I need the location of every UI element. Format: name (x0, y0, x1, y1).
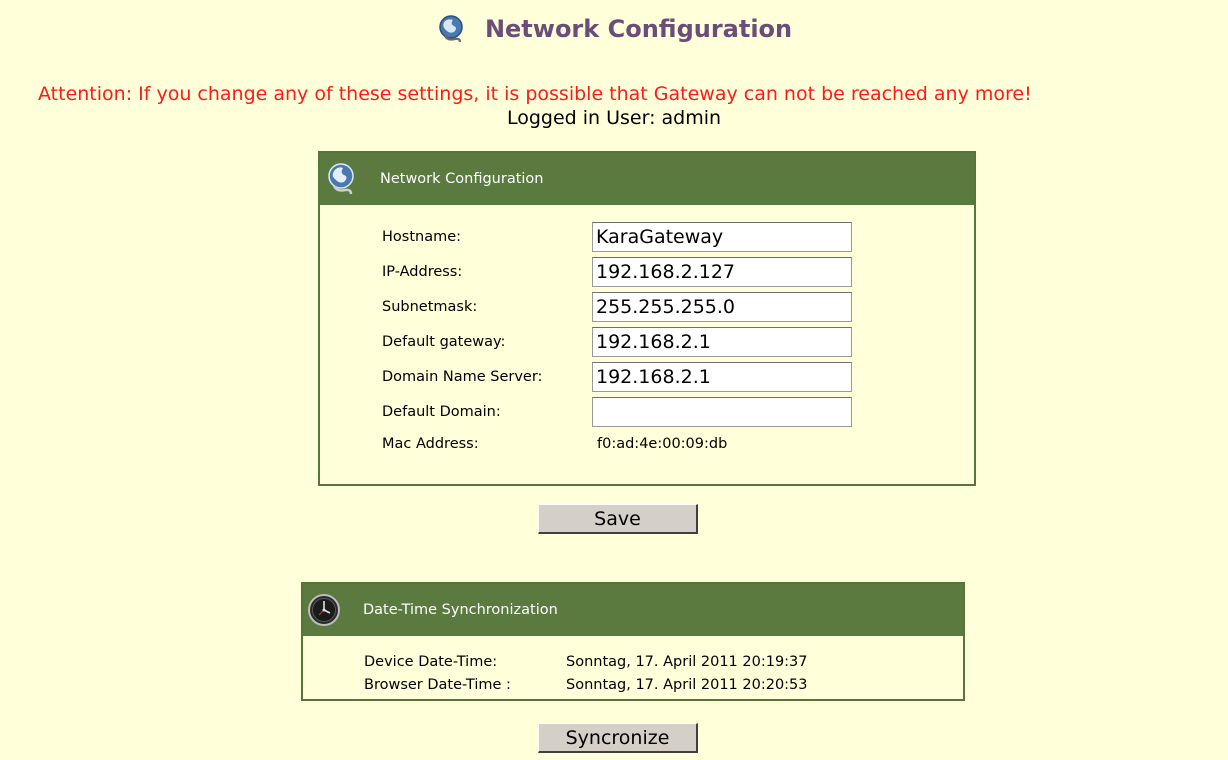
default-domain-row: Default Domain: (382, 397, 852, 427)
network-config-panel: Network Configuration Hostname: IP-Addre… (318, 151, 976, 486)
page-header: Network Configuration (0, 14, 1228, 44)
save-button[interactable]: Save (538, 504, 698, 534)
datetime-sync-panel-header: Date-Time Synchronization (303, 584, 963, 636)
hostname-row: Hostname: (382, 222, 852, 252)
browser-datetime-row: Browser Date-Time : Sonntag, 17. April 2… (364, 677, 808, 693)
network-config-panel-header: Network Configuration (320, 153, 974, 205)
browser-datetime-label: Browser Date-Time : (364, 677, 511, 693)
device-datetime-row: Device Date-Time: Sonntag, 17. April 201… (364, 654, 808, 670)
clock-icon (308, 594, 340, 626)
browser-datetime-value: Sonntag, 17. April 2011 20:20:53 (566, 677, 808, 693)
ip-address-label: IP-Address: (382, 264, 463, 280)
network-configuration-page: Network Configuration Attention: If you … (0, 0, 1228, 760)
globe-network-icon (439, 15, 463, 43)
logged-in-user: Logged in User: admin (506, 107, 722, 129)
subnetmask-label: Subnetmask: (382, 299, 478, 315)
subnetmask-row: Subnetmask: (382, 292, 852, 322)
ip-address-row: IP-Address: (382, 257, 852, 287)
subnetmask-input[interactable] (592, 292, 852, 322)
device-datetime-label: Device Date-Time: (364, 654, 498, 670)
globe-network-icon (328, 163, 354, 195)
page-title: Network Configuration (484, 15, 793, 43)
mac-address-value: f0:ad:4e:00:09:db (597, 436, 728, 452)
syncronize-button[interactable]: Syncronize (538, 723, 698, 753)
datetime-sync-panel: Date-Time Synchronization Device Date-Ti… (301, 582, 965, 701)
default-domain-label: Default Domain: (382, 404, 501, 420)
dns-row: Domain Name Server: (382, 362, 852, 392)
hostname-label: Hostname: (382, 229, 462, 245)
default-gateway-input[interactable] (592, 327, 852, 357)
mac-address-label: Mac Address: (382, 436, 479, 452)
hostname-input[interactable] (592, 222, 852, 252)
dns-label: Domain Name Server: (382, 369, 543, 385)
dns-input[interactable] (592, 362, 852, 392)
network-config-panel-title: Network Configuration (380, 171, 544, 187)
default-gateway-row: Default gateway: (382, 327, 852, 357)
device-datetime-value: Sonntag, 17. April 2011 20:19:37 (566, 654, 808, 670)
default-domain-input[interactable] (592, 397, 852, 427)
ip-address-input[interactable] (592, 257, 852, 287)
default-gateway-label: Default gateway: (382, 334, 506, 350)
attention-warning: Attention: If you change any of these se… (38, 83, 1032, 105)
mac-address-row: Mac Address: f0:ad:4e:00:09:db (382, 429, 727, 459)
datetime-sync-panel-title: Date-Time Synchronization (363, 602, 558, 618)
